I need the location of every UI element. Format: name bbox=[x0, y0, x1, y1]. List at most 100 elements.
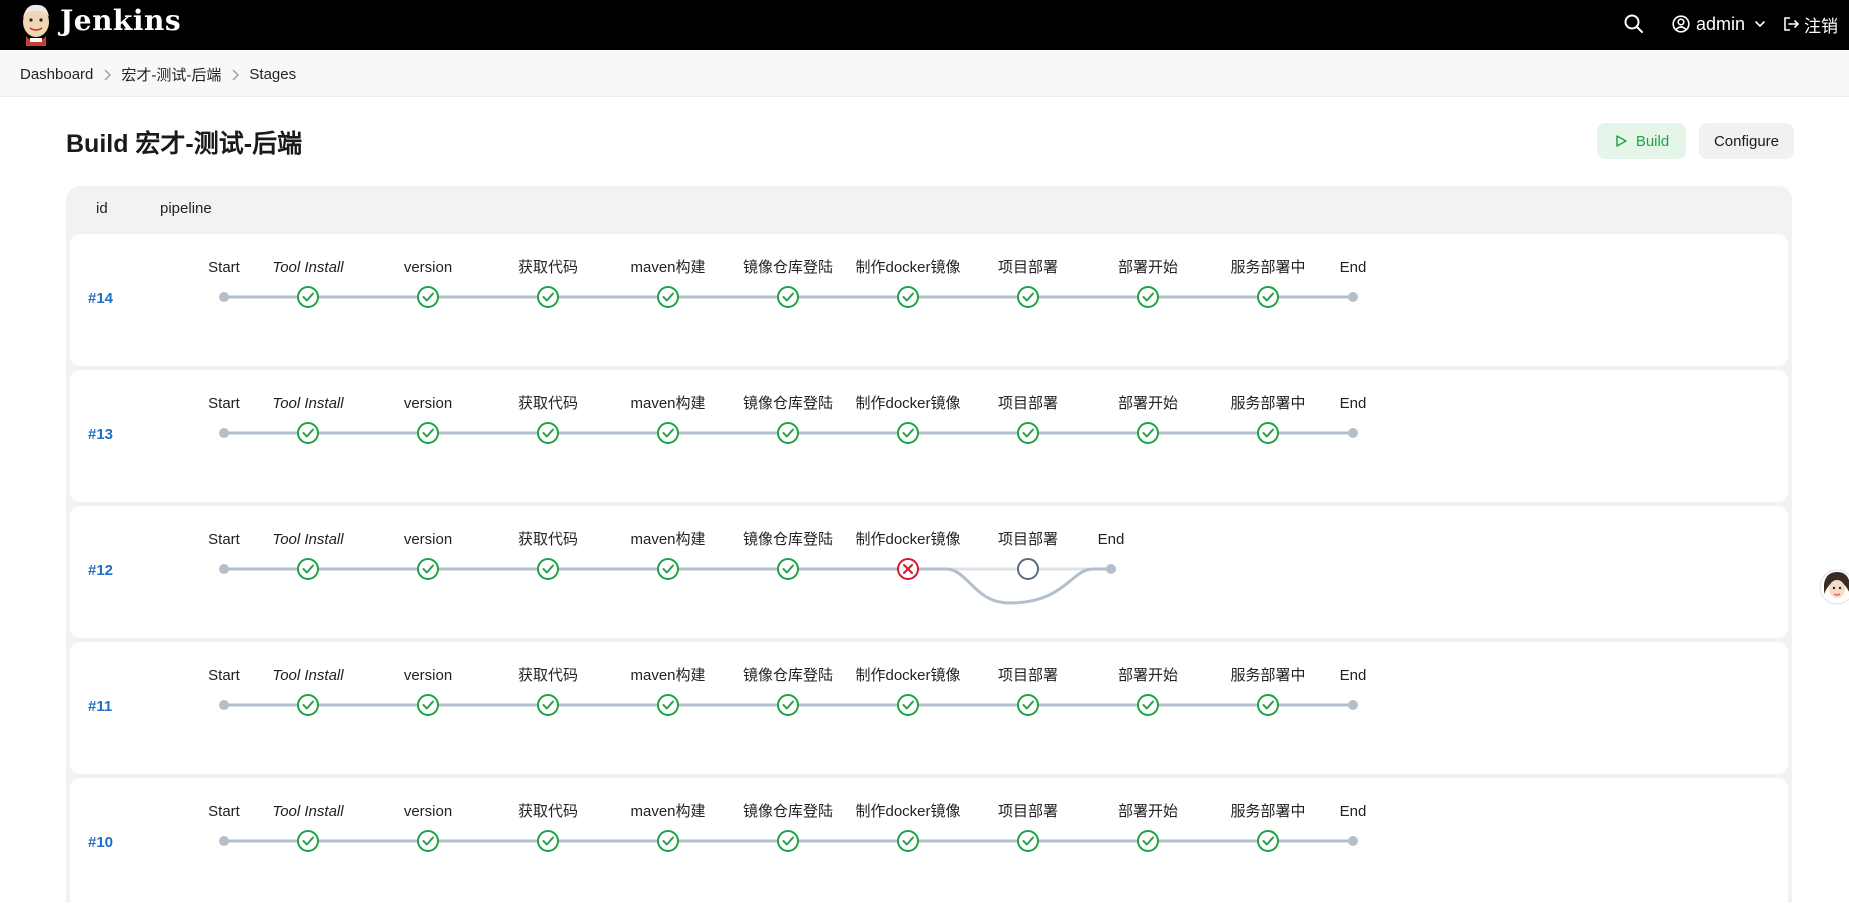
success-check-icon[interactable] bbox=[777, 422, 799, 444]
pipeline-graph: Start Tool Install version 获取代码 maven构建 镜像仓库登… bbox=[208, 530, 1124, 605]
stage-label: 获取代码 bbox=[518, 395, 578, 412]
failure-x-icon[interactable] bbox=[897, 558, 919, 580]
success-check-icon[interactable] bbox=[1017, 422, 1039, 444]
success-check-icon[interactable] bbox=[1137, 422, 1159, 444]
stage-label: maven构建 bbox=[630, 259, 705, 276]
success-check-icon[interactable] bbox=[417, 558, 439, 580]
stage-label: 获取代码 bbox=[518, 531, 578, 548]
search-icon[interactable] bbox=[1622, 12, 1646, 36]
success-check-icon[interactable] bbox=[417, 286, 439, 308]
configure-button[interactable]: Configure bbox=[1699, 123, 1794, 159]
stage-label: 制作docker镜像 bbox=[855, 258, 960, 276]
success-check-icon[interactable] bbox=[1257, 286, 1279, 308]
top-bar: Jenkins admin 注销 bbox=[0, 0, 1849, 50]
breadcrumb-job[interactable]: 宏才-测试-后端 bbox=[121, 64, 221, 85]
table-row: #14 Start Tool Install version 获取代码 maven构建 镜像… bbox=[70, 234, 1788, 366]
success-check-icon[interactable] bbox=[297, 694, 319, 716]
success-check-icon[interactable] bbox=[297, 422, 319, 444]
stage-label: End bbox=[1340, 259, 1367, 276]
success-check-icon[interactable] bbox=[537, 286, 559, 308]
stage-label: version bbox=[404, 531, 452, 548]
success-check-icon[interactable] bbox=[1257, 422, 1279, 444]
user-menu[interactable]: admin bbox=[1672, 12, 1775, 36]
success-check-icon[interactable] bbox=[537, 422, 559, 444]
stage-label: 项目部署 bbox=[998, 259, 1058, 276]
success-check-icon[interactable] bbox=[1257, 694, 1279, 716]
breadcrumb-dashboard[interactable]: Dashboard bbox=[20, 66, 93, 83]
play-icon bbox=[1616, 135, 1627, 147]
stage-label: maven构建 bbox=[630, 667, 705, 684]
pipeline-graph: Start Tool Install version 获取代码 maven构建 镜像仓库登… bbox=[208, 666, 1366, 716]
success-check-icon[interactable] bbox=[1017, 830, 1039, 852]
success-check-icon[interactable] bbox=[1017, 286, 1039, 308]
success-check-icon[interactable] bbox=[417, 830, 439, 852]
success-check-icon[interactable] bbox=[1017, 694, 1039, 716]
success-check-icon[interactable] bbox=[537, 694, 559, 716]
success-check-icon[interactable] bbox=[537, 558, 559, 580]
pipeline-branch-track bbox=[908, 567, 1111, 605]
stage-label: maven构建 bbox=[630, 395, 705, 412]
stage-label: 服务部署中 bbox=[1230, 259, 1305, 276]
success-check-icon[interactable] bbox=[297, 558, 319, 580]
brand-title[interactable]: Jenkins bbox=[60, 4, 181, 37]
success-check-icon[interactable] bbox=[297, 286, 319, 308]
jenkins-logo-icon[interactable] bbox=[18, 2, 54, 46]
end-node bbox=[1348, 292, 1358, 302]
success-check-icon[interactable] bbox=[657, 830, 679, 852]
success-check-icon[interactable] bbox=[417, 422, 439, 444]
not-built-circle-icon[interactable] bbox=[1017, 558, 1039, 580]
build-button[interactable]: Build bbox=[1597, 123, 1686, 159]
success-check-icon[interactable] bbox=[657, 286, 679, 308]
stage-label: version bbox=[404, 395, 452, 412]
breadcrumb: Dashboard 宏才-测试-后端 Stages bbox=[20, 64, 296, 85]
stage-label: Tool Install bbox=[272, 667, 344, 684]
stage-label: End bbox=[1340, 803, 1367, 820]
success-check-icon[interactable] bbox=[777, 694, 799, 716]
stage-label: 项目部署 bbox=[998, 395, 1058, 412]
success-check-icon[interactable] bbox=[417, 694, 439, 716]
stage-label: 制作docker镜像 bbox=[855, 394, 960, 412]
stage-label: 部署开始 bbox=[1118, 395, 1178, 412]
success-check-icon[interactable] bbox=[777, 286, 799, 308]
success-check-icon[interactable] bbox=[657, 422, 679, 444]
table-row: #11 Start Tool Install version 获取代码 maven构建 镜像… bbox=[70, 642, 1788, 774]
success-check-icon[interactable] bbox=[1137, 286, 1159, 308]
assistant-avatar-icon[interactable] bbox=[1817, 568, 1849, 606]
end-node bbox=[1106, 564, 1116, 574]
pipeline-graph: Start Tool Install version 获取代码 maven构建 镜像仓库登… bbox=[208, 802, 1367, 852]
stage-label: 镜像仓库登陆 bbox=[743, 394, 833, 412]
column-header-pipeline: pipeline bbox=[160, 200, 212, 217]
success-check-icon[interactable] bbox=[657, 694, 679, 716]
success-check-icon[interactable] bbox=[777, 558, 799, 580]
success-check-icon[interactable] bbox=[777, 830, 799, 852]
table-row: #13 Start Tool Install version 获取代码 maven构建 镜像… bbox=[70, 370, 1788, 502]
success-check-icon[interactable] bbox=[537, 830, 559, 852]
success-check-icon[interactable] bbox=[297, 830, 319, 852]
column-header-id: id bbox=[96, 200, 108, 217]
success-check-icon[interactable] bbox=[897, 694, 919, 716]
stage-label: Tool Install bbox=[272, 803, 344, 820]
success-check-icon[interactable] bbox=[657, 558, 679, 580]
success-check-icon[interactable] bbox=[1257, 830, 1279, 852]
stage-label: End bbox=[1340, 395, 1367, 412]
pipeline-graph: Start Tool Install version 获取代码 maven构建 镜像仓库登… bbox=[208, 394, 1367, 444]
stage-label: 项目部署 bbox=[998, 803, 1058, 820]
stage-label: maven构建 bbox=[630, 531, 705, 548]
success-check-icon[interactable] bbox=[1137, 830, 1159, 852]
success-check-icon[interactable] bbox=[1137, 694, 1159, 716]
configure-label: Configure bbox=[1713, 132, 1780, 150]
user-circle-icon bbox=[1672, 15, 1690, 33]
success-check-icon[interactable] bbox=[897, 830, 919, 852]
stage-label: 服务部署中 bbox=[1230, 667, 1305, 684]
stage-label: 服务部署中 bbox=[1230, 395, 1305, 412]
stage-label: 部署开始 bbox=[1118, 667, 1178, 684]
breadcrumb-stages[interactable]: Stages bbox=[249, 66, 296, 83]
stage-label: 镜像仓库登陆 bbox=[743, 258, 833, 276]
user-name: admin bbox=[1696, 13, 1746, 34]
stage-label: 镜像仓库登陆 bbox=[743, 666, 833, 684]
stage-label: 获取代码 bbox=[518, 259, 578, 276]
logout-link[interactable]: 注销 bbox=[1782, 12, 1838, 36]
stage-label: Start bbox=[208, 531, 241, 548]
success-check-icon[interactable] bbox=[897, 422, 919, 444]
success-check-icon[interactable] bbox=[897, 286, 919, 308]
